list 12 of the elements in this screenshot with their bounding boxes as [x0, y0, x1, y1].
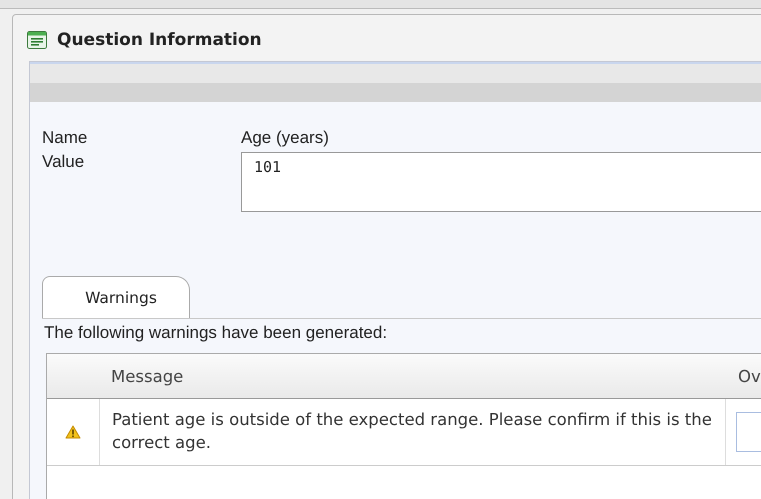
table-cell-text: Patient age is outside of the expected range. Please confirm if this is the correct age. [111, 409, 713, 454]
field-value: Age (years) [241, 128, 330, 148]
field-label: Name [42, 128, 88, 148]
column-header: Message [110, 366, 184, 386]
field-label: Value [42, 152, 86, 172]
tab[interactable]: Warnings [42, 276, 190, 318]
value-field[interactable]: 101 [241, 152, 761, 212]
column-header: Ov [737, 366, 761, 386]
warning-icon [65, 425, 81, 439]
window-title: Question Information [57, 30, 262, 50]
form-icon [27, 31, 47, 49]
warnings-intro: The following warnings have been generated: [43, 323, 388, 344]
